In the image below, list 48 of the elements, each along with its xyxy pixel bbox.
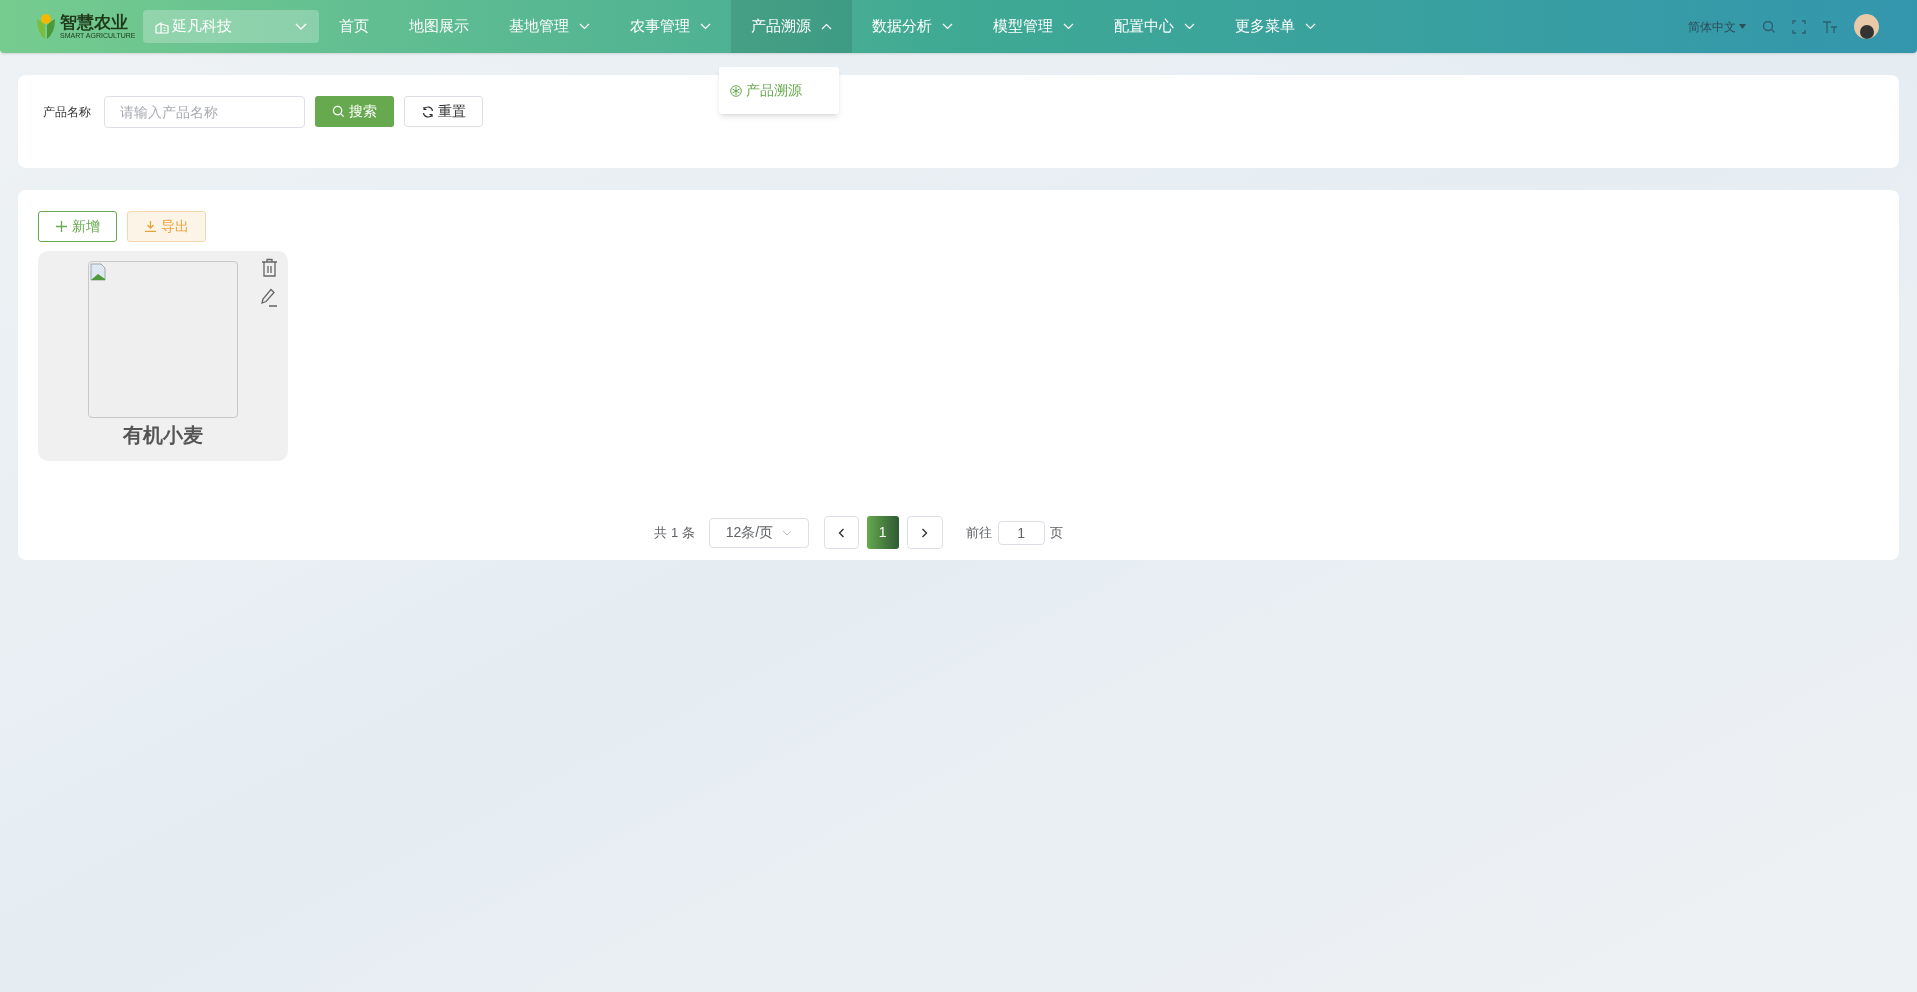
logo-title: 智慧农业 xyxy=(60,14,129,31)
organization-select[interactable]: 延凡科技 xyxy=(143,10,319,43)
broken-image-icon xyxy=(90,263,106,281)
product-card[interactable]: 有机小麦 xyxy=(38,251,288,461)
previous-page-button[interactable] xyxy=(823,516,859,549)
language-select[interactable]: 简体中文 xyxy=(1688,17,1746,36)
trash-icon[interactable] xyxy=(261,258,278,277)
refresh-icon xyxy=(421,105,434,118)
search-button[interactable]: 搜索 xyxy=(315,96,394,127)
nav-item[interactable]: 基地管理 xyxy=(489,0,610,53)
page-suffix: 页 xyxy=(1049,523,1063,542)
chevron-left-icon xyxy=(837,527,845,538)
building-icon xyxy=(155,19,169,34)
nav-item[interactable]: 更多菜单 xyxy=(1215,0,1336,53)
caret-down-icon xyxy=(1739,24,1746,29)
nav-item[interactable]: 配置中心 xyxy=(1094,0,1215,53)
goto-page-input[interactable]: 1 xyxy=(997,520,1045,545)
fullscreen-icon[interactable] xyxy=(1792,19,1806,34)
nav-item[interactable]: 产品溯源 xyxy=(731,0,852,53)
download-icon xyxy=(144,221,156,232)
reset-button[interactable]: 重置 xyxy=(404,96,483,127)
user-avatar[interactable] xyxy=(1854,14,1879,39)
export-button[interactable]: 导出 xyxy=(127,211,206,242)
nav-item[interactable]: 地图展示 xyxy=(389,0,489,53)
menu-item[interactable]: 产品溯源 xyxy=(730,80,802,101)
nav-item[interactable]: 模型管理 xyxy=(973,0,1094,53)
page-number-button[interactable]: 1 xyxy=(866,516,899,549)
field-label: 产品名称 xyxy=(43,104,91,121)
chevron-right-icon xyxy=(921,527,929,538)
chevron-down-icon xyxy=(781,529,792,536)
edit-icon[interactable] xyxy=(260,288,278,307)
nav-item[interactable]: 首页 xyxy=(319,0,389,53)
search-icon xyxy=(332,105,345,118)
goto-label: 前往 xyxy=(965,523,992,542)
search-icon[interactable] xyxy=(1762,19,1776,34)
nav-item[interactable]: 数据分析 xyxy=(852,0,973,53)
nav-item[interactable]: 农事管理 xyxy=(610,0,731,53)
total-count: 共 1 条 xyxy=(654,523,695,542)
plus-icon xyxy=(55,221,67,232)
page-size-select[interactable]: 12条/页 xyxy=(708,517,809,548)
add-button[interactable]: 新增 xyxy=(38,211,117,242)
snowflake-icon xyxy=(730,84,742,97)
font-size-icon[interactable] xyxy=(1822,19,1838,34)
logo-icon xyxy=(35,12,57,41)
chevron-down-icon xyxy=(295,22,307,31)
next-page-button[interactable] xyxy=(906,516,943,549)
product-name: 有机小麦 xyxy=(123,423,203,448)
product-name-input[interactable]: 请输入产品名称 xyxy=(104,96,305,128)
